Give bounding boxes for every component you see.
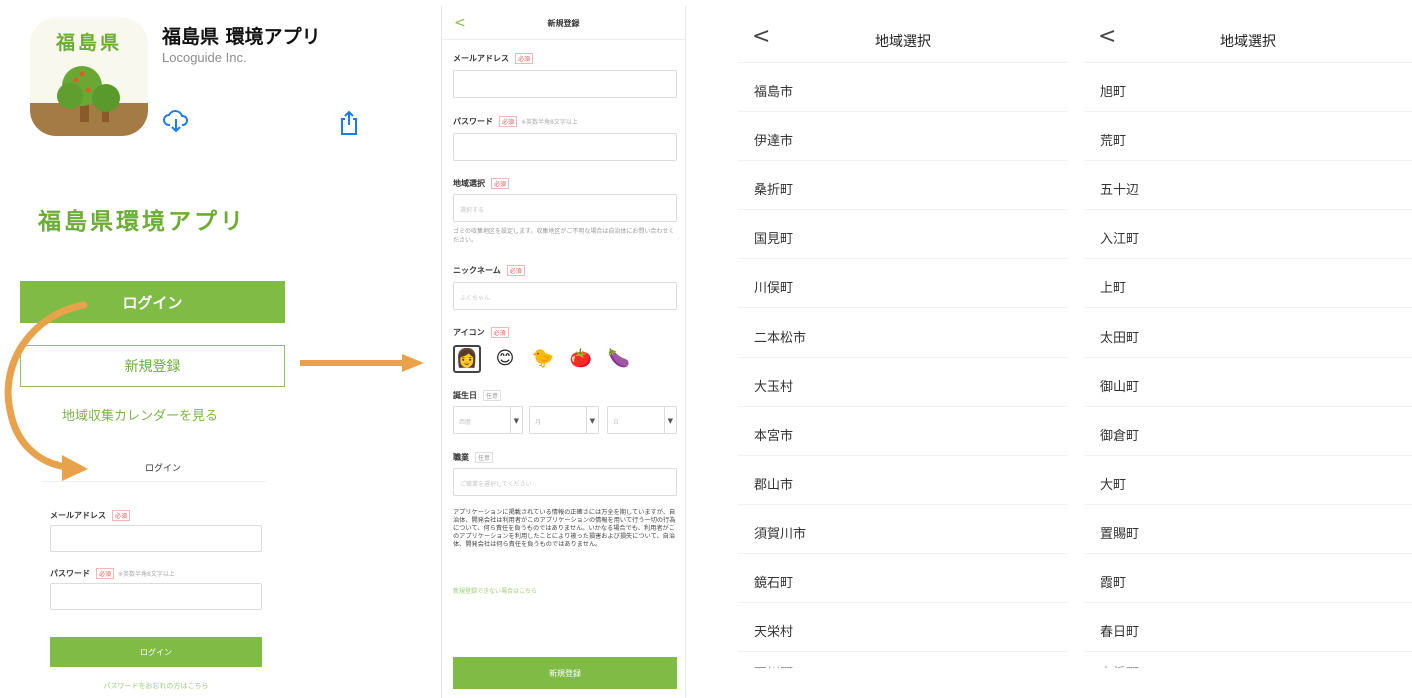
password-note: ※英数半角8文字以上 [521, 119, 578, 126]
list-item[interactable]: 御山町 [1084, 358, 1412, 407]
email-label: メールアドレス 必須 [50, 510, 131, 521]
list-item[interactable]: 二本松市 [738, 309, 1068, 358]
password-field[interactable] [453, 133, 677, 161]
required-badge: 必須 [515, 53, 534, 64]
optional-badge: 任意 [475, 452, 494, 463]
list-item[interactable]: 五十辺 [1084, 161, 1412, 211]
password-label: パスワード 必須 ※英数半角8文字以上 [453, 116, 578, 127]
curved-arrow-icon [4, 301, 88, 481]
optional-badge: 任意 [483, 390, 502, 401]
list-item[interactable]: 春日町 [1084, 603, 1412, 653]
app-name: 福島県 環境アプリ [162, 26, 321, 48]
list-item[interactable]: 国見町 [738, 210, 1068, 260]
app-icon[interactable]: 福島県 [30, 18, 148, 136]
dropdown-caret-icon: ▼ [589, 417, 595, 425]
area-help-text: ゴミの収集地区を設定します。収集地区がご不明な場合は自治体にお問い合わせください… [453, 228, 675, 244]
list-item[interactable]: 福島市 [738, 63, 1068, 112]
list-item[interactable]: 大玉村 [738, 358, 1068, 407]
list-item[interactable]: 石川町 [738, 652, 1068, 668]
list-item[interactable]: 上町 [1084, 259, 1412, 309]
birth-year-select[interactable]: 西暦 ▼ [453, 406, 523, 434]
required-badge: 必須 [491, 178, 510, 189]
list-item[interactable]: 郡山市 [738, 456, 1068, 505]
dropdown-caret-icon: ▼ [513, 417, 519, 425]
right-arrow-icon [300, 354, 424, 372]
required-badge: 必須 [112, 510, 131, 521]
login-title: ログイン [144, 464, 181, 474]
region-select-panel-1: < 地域選択 福島市 伊達市 桑折町 国見町 川俣町 二本松市 大玉村 本宮市 郡山市 須賀川市鏡… [738, 0, 1068, 698]
list-item[interactable]: 荒町 [1084, 112, 1412, 162]
list-item[interactable]: 霞町 [1084, 554, 1412, 603]
required-badge: 必須 [96, 568, 115, 579]
register-panel: < 新規登録 メールアドレス 必須 パスワード 必須 ※英数半角8文字以上 地域選択必… [441, 6, 686, 698]
nickname-label: ニックネーム 必須 [453, 265, 525, 276]
register-help-link[interactable]: 新規登録できない場合はこちら [453, 586, 537, 595]
job-label: 職業 任意 [453, 452, 494, 463]
avatar-chick-icon[interactable]: 🐤 [529, 345, 557, 373]
job-select[interactable]: ご職業を選択してください [453, 468, 677, 496]
list-item[interactable]: 須賀川市 [738, 505, 1068, 554]
login-submit-button[interactable]: ログイン [50, 637, 262, 667]
required-badge: 必須 [499, 116, 518, 127]
password-field[interactable] [50, 583, 262, 610]
nickname-field[interactable]: ふくちゃん [453, 282, 677, 310]
list-item[interactable]: 旭町 [1084, 63, 1412, 112]
list-item[interactable]: 大町 [1084, 456, 1412, 505]
birthday-label: 誕生日 任意 [453, 390, 502, 401]
birth-month-select[interactable]: 月 ▼ [529, 406, 599, 434]
avatar-tomato-icon[interactable]: 🍅 [567, 345, 595, 373]
avatar-woman-icon[interactable]: 👩 [453, 345, 481, 373]
tree-icon [57, 66, 120, 122]
register-title: 新規登録 [547, 19, 580, 28]
list-item[interactable]: 置賜町 [1084, 505, 1412, 554]
list-item[interactable]: 桑折町 [738, 161, 1068, 211]
list-item[interactable]: 上浜町 [1084, 652, 1412, 668]
email-field[interactable] [453, 70, 677, 98]
forgot-password-link[interactable]: パスワードをお忘れの方はこちら [50, 681, 262, 691]
required-badge: 必須 [490, 327, 509, 338]
area-select[interactable]: 選択する [453, 194, 677, 222]
list-item[interactable]: 鏡石町 [738, 554, 1068, 603]
list-item[interactable]: 御倉町 [1084, 407, 1412, 456]
list-item[interactable]: 川俣町 [738, 259, 1068, 309]
area-label: 地域選択 必須 [453, 178, 510, 189]
list-item[interactable]: 伊達市 [738, 112, 1068, 162]
password-note: ※英数半角8文字以上 [118, 571, 175, 578]
region-select-panel-2: < 地域選択 旭町 荒町 五十辺 入江町 上町 太田町 御山町 御倉町 大町 置賜町 霞町 春日町 上浜… [1084, 0, 1412, 698]
region-title: 地域選択 [1220, 34, 1276, 50]
password-label: パスワード 必須 ※英数半角8文字以上 [50, 568, 175, 579]
region-title: 地域選択 [875, 34, 931, 50]
avatar-boy-icon[interactable]: 😊 [491, 345, 519, 373]
register-submit-button[interactable]: 新規登録 [453, 657, 677, 689]
cloud-download-icon[interactable] [163, 108, 189, 134]
developer-name[interactable]: Locoguide Inc. [162, 50, 247, 65]
share-icon[interactable] [338, 110, 360, 136]
list-item[interactable]: 太田町 [1084, 309, 1412, 358]
email-label: メールアドレス 必須 [453, 53, 534, 64]
email-field[interactable] [50, 525, 262, 552]
required-badge: 必須 [506, 265, 525, 276]
disclaimer-text: アプリケーションに掲載されている情報の正確さには万全を期していますが、自治体、開… [453, 509, 676, 548]
icon-label: アイコン 必須 [453, 327, 509, 338]
dropdown-caret-icon: ▼ [667, 417, 673, 425]
avatar-picker: 👩 😊 🐤 🍅 🍆 [453, 345, 683, 377]
list-item[interactable]: 天栄村 [738, 603, 1068, 653]
avatar-eggplant-icon[interactable]: 🍆 [605, 345, 633, 373]
list-item[interactable]: 本宮市 [738, 407, 1068, 456]
list-item[interactable]: 入江町 [1084, 210, 1412, 260]
page-title: 福島県環境アプリ [38, 209, 246, 235]
birth-day-select[interactable]: 日 ▼ [607, 406, 677, 434]
